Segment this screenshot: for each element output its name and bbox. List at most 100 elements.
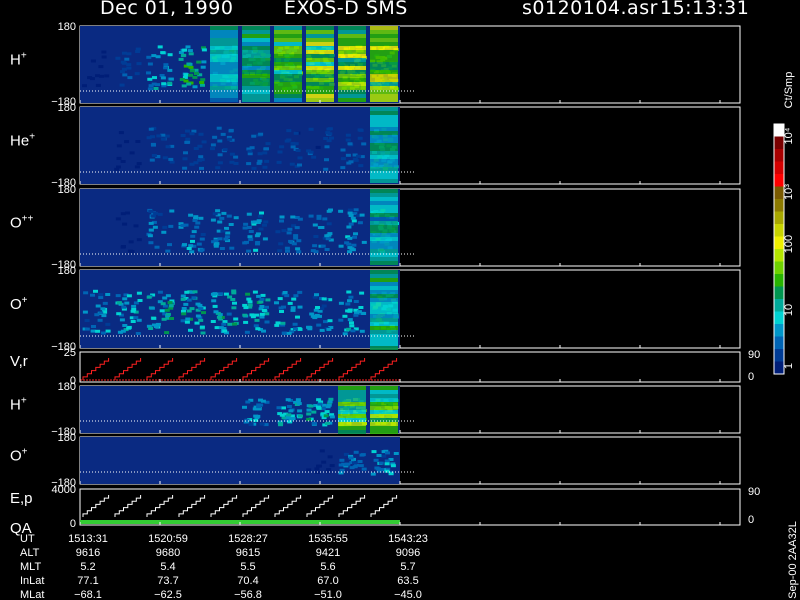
heatmap-cell xyxy=(124,57,130,61)
heatmap-band xyxy=(370,58,398,62)
ephemeris-value: 9680 xyxy=(156,547,180,559)
colorbar-swatch xyxy=(774,324,784,337)
heatmap-cell xyxy=(105,322,111,326)
heatmap-cell xyxy=(200,78,206,82)
heatmap-band xyxy=(370,123,398,127)
heatmap-cell xyxy=(286,413,292,417)
heatmap-cell xyxy=(393,452,399,455)
heatmap-cell xyxy=(312,223,318,227)
heatmap-band xyxy=(338,34,366,38)
heatmap-cell xyxy=(105,293,111,296)
heatmap-band xyxy=(210,70,238,74)
heatmap-band xyxy=(338,78,366,82)
heatmap-cell xyxy=(345,302,351,306)
heatmap-cell xyxy=(340,166,346,170)
heatmap-cell xyxy=(282,291,288,294)
heatmap-cell xyxy=(150,135,155,139)
heatmap-cell xyxy=(340,148,346,152)
heatmap-cell xyxy=(290,308,296,312)
heatmap-band xyxy=(370,78,398,82)
heatmap-cell xyxy=(181,307,187,310)
heatmap-band xyxy=(370,402,398,406)
heatmap-cell xyxy=(264,312,270,316)
heatmap-cell xyxy=(198,155,204,159)
heatmap-cell xyxy=(323,320,328,324)
heatmap-band xyxy=(338,50,366,54)
heatmap-band xyxy=(370,82,398,86)
heatmap-cell xyxy=(347,211,353,215)
heatmap-cell xyxy=(152,225,158,229)
heatmap-cell xyxy=(180,294,186,298)
heatmap-cell xyxy=(361,240,367,244)
heatmap-band xyxy=(242,54,270,58)
heatmap-cell xyxy=(188,328,193,332)
heatmap-cell xyxy=(246,249,252,253)
heatmap-cell xyxy=(313,250,319,254)
heatmap-band xyxy=(370,270,398,274)
heatmap-band xyxy=(370,193,398,197)
heatmap-cell xyxy=(296,250,302,254)
heatmap-band xyxy=(242,74,270,78)
heatmap-cell xyxy=(190,239,195,243)
heatmap-cell xyxy=(246,212,252,216)
heatmap-band xyxy=(242,78,270,82)
heatmap-cell xyxy=(105,329,111,333)
heatmap-cell xyxy=(116,301,122,305)
heatmap-cell xyxy=(148,209,154,213)
heatmap-cell xyxy=(247,235,253,239)
heatmap-cell xyxy=(328,208,333,212)
heatmap-band xyxy=(274,50,302,54)
y-tick-label-top: 180 xyxy=(58,102,76,114)
heatmap-band xyxy=(274,74,302,78)
heatmap-cell xyxy=(135,332,141,335)
heatmap-band xyxy=(338,86,366,90)
heatmap-band xyxy=(370,147,398,151)
heatmap-cell xyxy=(298,414,303,418)
heatmap-cell xyxy=(281,229,287,233)
heatmap-band xyxy=(338,46,366,50)
heatmap-band xyxy=(306,26,334,30)
heatmap-cell xyxy=(347,318,353,322)
heatmap-cell xyxy=(223,237,229,241)
heatmap-cell xyxy=(371,450,377,454)
heatmap-cell xyxy=(126,63,132,67)
heatmap-cell xyxy=(151,154,157,157)
ephemeris-value: 5.4 xyxy=(160,561,175,573)
heatmap-cell xyxy=(155,55,161,59)
heatmap-cell xyxy=(320,244,326,248)
heatmap-band xyxy=(274,70,302,74)
heatmap-cell xyxy=(308,214,314,218)
panel-o-2-: O+180−180 xyxy=(10,432,741,489)
heatmap-band xyxy=(338,38,366,42)
heatmap-band xyxy=(370,38,398,42)
heatmap-cell xyxy=(128,240,134,244)
heatmap-cell xyxy=(98,293,104,297)
heatmap-cell xyxy=(147,87,153,91)
heatmap-cell xyxy=(349,321,354,325)
right-axis-bottom: 0 xyxy=(748,514,754,526)
heatmap-band xyxy=(306,50,334,54)
heatmap-band xyxy=(274,30,302,34)
heatmap-cell xyxy=(147,234,153,238)
heatmap-cell xyxy=(384,462,390,466)
panel-h-2-: H+180−180 xyxy=(10,381,741,438)
heatmap-cell xyxy=(324,422,330,425)
heatmap-cell xyxy=(120,245,126,249)
heatmap-cell xyxy=(345,138,351,142)
heatmap-cell xyxy=(296,402,302,406)
heatmap-cell xyxy=(160,76,166,80)
heatmap-cell xyxy=(189,250,195,254)
heatmap-band xyxy=(370,151,398,155)
heatmap-band xyxy=(370,310,398,314)
heatmap-cell xyxy=(229,160,235,164)
panel-v-r: V,r 250900 xyxy=(10,347,760,387)
colorbar-tick-label: 100 xyxy=(783,235,795,253)
heatmap-cell xyxy=(147,77,153,81)
heatmap-cell xyxy=(169,160,175,164)
heatmap-cell xyxy=(233,216,239,220)
heatmap-band xyxy=(370,261,398,265)
heatmap-cell xyxy=(281,305,286,309)
heatmap-cell xyxy=(211,299,217,303)
heatmap-cell xyxy=(229,246,235,250)
heatmap-cell xyxy=(328,397,334,401)
